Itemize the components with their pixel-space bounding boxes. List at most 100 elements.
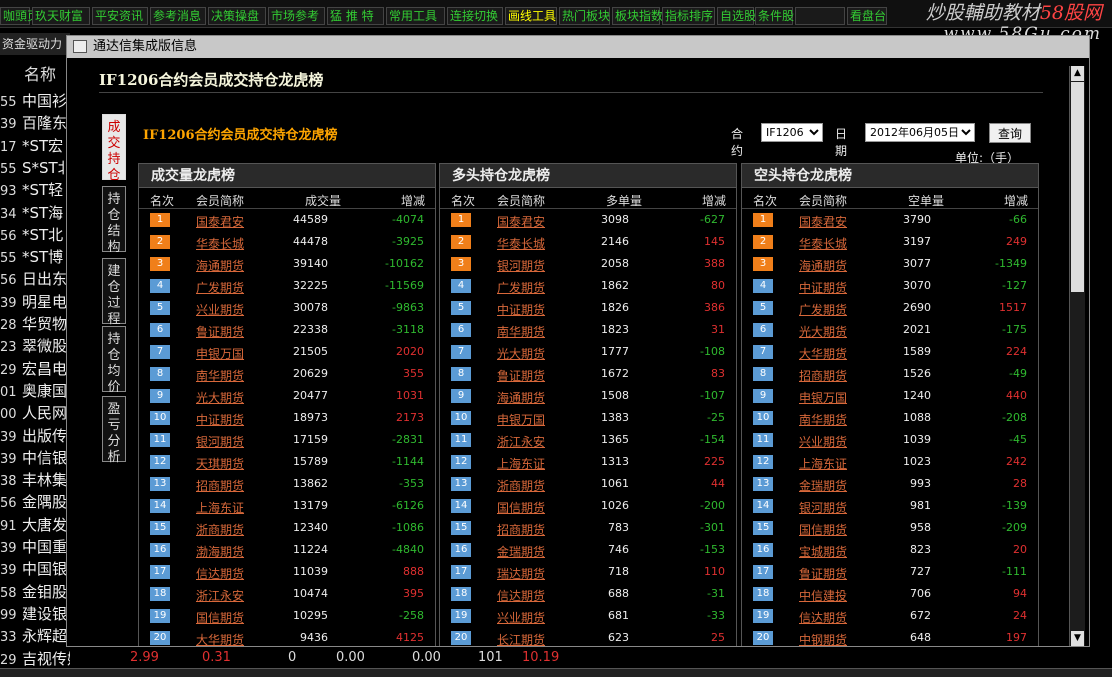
member-link[interactable]: 上海东证 — [799, 455, 847, 472]
table-row[interactable]: 2 华泰长城 44478 -3925 — [139, 231, 435, 253]
list-item[interactable]: 93 *ST轻 — [0, 179, 70, 201]
toolbar-button-6[interactable]: 猛 推 特 — [327, 7, 384, 25]
member-link[interactable]: 中证期货 — [799, 279, 847, 296]
column-header[interactable]: 会员简称 — [497, 192, 545, 209]
member-link[interactable]: 上海东证 — [196, 499, 244, 516]
query-button[interactable]: 查询 — [989, 123, 1031, 143]
table-row[interactable]: 18 浙江永安 10474 395 — [139, 583, 435, 605]
member-link[interactable]: 招商期货 — [196, 477, 244, 494]
table-row[interactable]: 19 信达期货 672 24 — [742, 605, 1038, 627]
table-row[interactable]: 6 光大期货 2021 -175 — [742, 319, 1038, 341]
list-item[interactable]: 55 中国衫 — [0, 90, 70, 112]
list-item[interactable]: 00 人民网 — [0, 402, 70, 424]
table-row[interactable]: 17 鲁证期货 727 -111 — [742, 561, 1038, 583]
table-row[interactable]: 20 中钢期货 648 197 — [742, 627, 1038, 646]
side-tab-0[interactable]: 成交持仓 — [102, 114, 126, 183]
member-link[interactable]: 南华期货 — [196, 367, 244, 384]
member-link[interactable]: 信达期货 — [497, 587, 545, 604]
member-link[interactable]: 申银万国 — [497, 411, 545, 428]
table-row[interactable]: 11 银河期货 17159 -2831 — [139, 429, 435, 451]
side-tab-2[interactable]: 建仓过程 — [102, 258, 126, 327]
member-link[interactable]: 国泰君安 — [497, 213, 545, 230]
side-tab-1[interactable]: 持仓结构 — [102, 186, 126, 255]
column-header[interactable]: 名次 — [150, 192, 174, 209]
member-link[interactable]: 瑞达期货 — [497, 565, 545, 582]
member-link[interactable]: 招商期货 — [799, 367, 847, 384]
list-item[interactable]: 39 出版传 — [0, 425, 70, 447]
list-item[interactable]: 39 百隆东 — [0, 112, 70, 134]
list-item[interactable]: 29 吉视传媒 — [0, 648, 70, 670]
table-row[interactable]: 13 金瑞期货 993 28 — [742, 473, 1038, 495]
table-row[interactable]: 6 南华期货 1823 31 — [440, 319, 736, 341]
column-header-name[interactable]: 名称 — [24, 61, 56, 85]
toolbar-button-14[interactable]: 条件股 — [755, 7, 794, 25]
scroll-thumb[interactable] — [1071, 82, 1084, 292]
member-link[interactable]: 鲁证期货 — [799, 565, 847, 582]
toolbar-button-12[interactable]: 指标排序 — [662, 7, 715, 25]
list-item[interactable]: 55 S*ST北 — [0, 157, 70, 179]
member-link[interactable]: 兴业期货 — [799, 433, 847, 450]
table-row[interactable]: 12 天琪期货 15789 -1144 — [139, 451, 435, 473]
table-row[interactable]: 4 广发期货 32225 -11569 — [139, 275, 435, 297]
table-row[interactable]: 5 广发期货 2690 1517 — [742, 297, 1038, 319]
member-link[interactable]: 信达期货 — [196, 565, 244, 582]
list-item[interactable]: 58 金钼股 — [0, 581, 70, 603]
list-item[interactable]: 28 华贸物 — [0, 313, 70, 335]
table-row[interactable]: 14 银河期货 981 -139 — [742, 495, 1038, 517]
table-row[interactable]: 16 金瑞期货 746 -153 — [440, 539, 736, 561]
member-link[interactable]: 广发期货 — [799, 301, 847, 318]
side-tab-4[interactable]: 盈亏分析 — [102, 396, 126, 465]
list-item[interactable]: 99 建设银 — [0, 603, 70, 625]
table-row[interactable]: 10 南华期货 1088 -208 — [742, 407, 1038, 429]
table-row[interactable]: 1 国泰君安 3790 -66 — [742, 209, 1038, 231]
table-row[interactable]: 3 海通期货 3077 -1349 — [742, 253, 1038, 275]
member-link[interactable]: 招商期货 — [497, 521, 545, 538]
toolbar-button-7[interactable]: 常用工具 — [386, 7, 445, 25]
list-item[interactable]: 39 明星电 — [0, 291, 70, 313]
list-item[interactable]: 56 金隅股 — [0, 491, 70, 513]
member-link[interactable]: 海通期货 — [799, 257, 847, 274]
member-link[interactable]: 光大期货 — [497, 345, 545, 362]
table-row[interactable]: 16 渤海期货 11224 -4840 — [139, 539, 435, 561]
table-row[interactable]: 3 银河期货 2058 388 — [440, 253, 736, 275]
toolbar-button-4[interactable]: 决策操盘 — [208, 7, 266, 25]
table-row[interactable]: 15 国信期货 958 -209 — [742, 517, 1038, 539]
table-row[interactable]: 15 浙商期货 12340 -1086 — [139, 517, 435, 539]
table-row[interactable]: 17 瑞达期货 718 110 — [440, 561, 736, 583]
table-row[interactable]: 8 鲁证期货 1672 83 — [440, 363, 736, 385]
table-row[interactable]: 8 南华期货 20629 355 — [139, 363, 435, 385]
member-link[interactable]: 中钢期货 — [799, 631, 847, 646]
table-row[interactable]: 12 上海东证 1023 242 — [742, 451, 1038, 473]
table-row[interactable]: 10 中证期货 18973 2173 — [139, 407, 435, 429]
member-link[interactable]: 大华期货 — [196, 631, 244, 646]
table-row[interactable]: 1 国泰君安 3098 -627 — [440, 209, 736, 231]
table-row[interactable]: 13 浙商期货 1061 44 — [440, 473, 736, 495]
vertical-scrollbar[interactable]: ▲ ▼ — [1069, 66, 1085, 646]
table-row[interactable]: 13 招商期货 13862 -353 — [139, 473, 435, 495]
table-row[interactable]: 6 鲁证期货 22338 -3118 — [139, 319, 435, 341]
toolbar-button-10[interactable]: 热门板块 — [559, 7, 610, 25]
member-link[interactable]: 银河期货 — [799, 499, 847, 516]
table-row[interactable]: 7 大华期货 1589 224 — [742, 341, 1038, 363]
list-item[interactable]: 56 *ST北 — [0, 224, 70, 246]
table-row[interactable]: 5 中证期货 1826 386 — [440, 297, 736, 319]
member-link[interactable]: 中证期货 — [196, 411, 244, 428]
table-row[interactable]: 19 国信期货 10295 -258 — [139, 605, 435, 627]
table-row[interactable]: 2 华泰长城 2146 145 — [440, 231, 736, 253]
member-link[interactable]: 光大期货 — [799, 323, 847, 340]
member-link[interactable]: 华泰长城 — [497, 235, 545, 252]
member-link[interactable]: 鲁证期货 — [196, 323, 244, 340]
list-item[interactable]: 39 中国重 — [0, 536, 70, 558]
list-tab-label[interactable]: 资金驱动力 — [0, 33, 70, 55]
member-link[interactable]: 国泰君安 — [799, 213, 847, 230]
toolbar-button-9[interactable]: 画线工具 — [505, 7, 557, 25]
table-row[interactable]: 2 华泰长城 3197 249 — [742, 231, 1038, 253]
list-item[interactable]: 34 *ST海 — [0, 202, 70, 224]
table-row[interactable]: 18 信达期货 688 -31 — [440, 583, 736, 605]
member-link[interactable]: 渤海期货 — [196, 543, 244, 560]
column-header[interactable]: 会员简称 — [799, 192, 847, 209]
member-link[interactable]: 国信期货 — [497, 499, 545, 516]
member-link[interactable]: 华泰长城 — [196, 235, 244, 252]
table-row[interactable]: 20 长江期货 623 25 — [440, 627, 736, 646]
member-link[interactable]: 金瑞期货 — [497, 543, 545, 560]
